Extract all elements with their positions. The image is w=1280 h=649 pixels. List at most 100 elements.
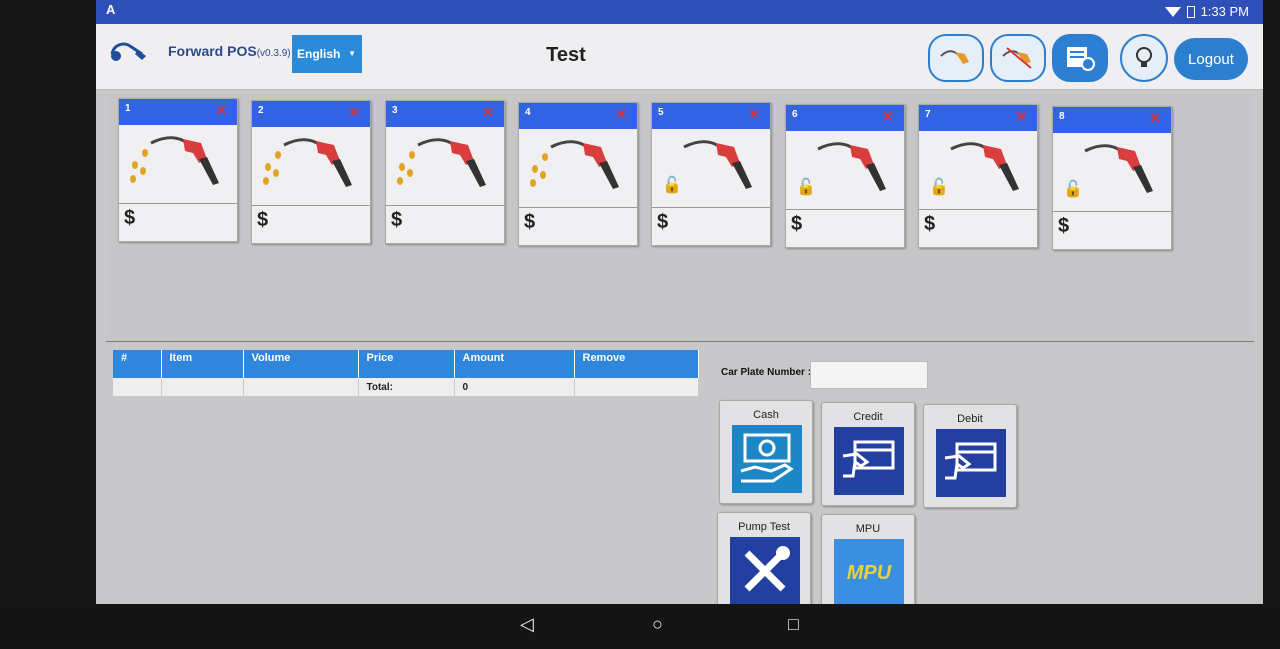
pump-card[interactable]: 7 ✕ 🔓 $ bbox=[918, 104, 1038, 248]
caret-down-icon: ▼ bbox=[348, 49, 356, 58]
table-header-row: # Item Volume Price Amount Remove bbox=[113, 350, 699, 378]
cell-empty bbox=[161, 378, 244, 396]
pump-card[interactable]: 3 ✕ $ bbox=[385, 100, 505, 244]
car-plate-label: Car Plate Number : bbox=[721, 367, 812, 378]
wifi-icon bbox=[1164, 6, 1181, 17]
car-plate-input[interactable] bbox=[810, 361, 928, 389]
logout-button[interactable]: Logout bbox=[1174, 38, 1248, 80]
device-frame: A 1:33 PM Forward POS(v0.3.9) English ▼ … bbox=[0, 0, 1280, 649]
pump-test-tile bbox=[730, 537, 800, 604]
pump-card[interactable]: 5 ✕ 🔓 $ bbox=[651, 102, 771, 246]
fuel-drops-icon bbox=[130, 149, 148, 183]
pump-card[interactable]: 4 ✕ $ bbox=[518, 102, 638, 246]
mpu-logo: MPU bbox=[846, 561, 892, 584]
pump-divider bbox=[919, 209, 1037, 210]
receipt-button[interactable] bbox=[1052, 34, 1108, 82]
mpu-button[interactable]: MPU MPU bbox=[821, 514, 915, 604]
pump-card[interactable]: 2 ✕ $ bbox=[251, 100, 371, 244]
fuel-nozzle-icon bbox=[417, 138, 486, 187]
cash-label: Cash bbox=[753, 409, 779, 421]
back-icon[interactable]: ◁ bbox=[520, 614, 534, 635]
nozzle-button[interactable] bbox=[928, 34, 984, 82]
pump-divider bbox=[519, 207, 637, 208]
notification-icon: A bbox=[106, 2, 116, 17]
fuel-drops-icon bbox=[263, 151, 281, 185]
card-hand-icon bbox=[944, 442, 997, 480]
language-select[interactable]: English ▼ bbox=[292, 35, 362, 73]
pump-divider bbox=[652, 207, 770, 208]
language-value: English bbox=[297, 47, 341, 61]
pump-offline-icon: ✕ bbox=[348, 104, 360, 120]
fuel-drops-icon bbox=[397, 151, 415, 185]
pump-amount: $ bbox=[524, 211, 536, 233]
pump-header: 3 ✕ bbox=[386, 101, 504, 127]
mpu-tile: MPU bbox=[834, 539, 904, 604]
total-row: Total: 0 bbox=[113, 378, 699, 396]
pump-test-label: Pump Test bbox=[738, 521, 790, 533]
unlock-icon: 🔓 bbox=[662, 177, 682, 194]
cash-button[interactable]: Cash bbox=[719, 400, 813, 504]
fuel-drops-icon bbox=[530, 153, 548, 187]
brand-name: Forward POS(v0.3.9) bbox=[168, 43, 291, 59]
credit-button[interactable]: Credit bbox=[821, 402, 915, 506]
fuel-nozzle-icon bbox=[1084, 144, 1153, 193]
battery-icon bbox=[1186, 5, 1195, 18]
status-bar: A 1:33 PM bbox=[96, 0, 1263, 24]
recents-icon[interactable]: □ bbox=[788, 614, 799, 635]
pump-number: 6 bbox=[792, 109, 798, 120]
nozzle-off-button[interactable] bbox=[990, 34, 1046, 82]
unlock-icon: 🔓 bbox=[929, 179, 949, 196]
home-icon[interactable]: ○ bbox=[652, 614, 663, 635]
pump-card[interactable]: 6 ✕ 🔓 $ bbox=[785, 104, 905, 248]
pump-amount: $ bbox=[924, 213, 936, 235]
pump-grid: 1 ✕ $2 ✕ $3 ✕ $4 ✕ $5 ✕ 🔓 $6 ✕ 🔓 $7 ✕ 🔓 $8 ✕ 🔓 $ bbox=[106, 92, 1254, 342]
col-number: # bbox=[113, 350, 162, 378]
tools-icon bbox=[744, 546, 790, 592]
pump-offline-icon: ✕ bbox=[1149, 110, 1161, 126]
nozzle-off-icon bbox=[1002, 47, 1032, 69]
android-nav-bar: ◁ ○ □ bbox=[0, 604, 1280, 649]
cell-empty bbox=[574, 378, 699, 396]
fuel-nozzle-icon bbox=[550, 140, 619, 189]
tablet-screen: A 1:33 PM Forward POS(v0.3.9) English ▼ … bbox=[96, 0, 1263, 604]
pump-divider bbox=[119, 203, 237, 204]
pump-header: 2 ✕ bbox=[252, 101, 370, 127]
pump-offline-icon: ✕ bbox=[748, 106, 760, 122]
app-header: Forward POS(v0.3.9) English ▼ Test Logou… bbox=[96, 24, 1263, 90]
lightbulb-button[interactable] bbox=[1120, 34, 1168, 82]
pump-card[interactable]: 8 ✕ 🔓 $ bbox=[1052, 106, 1172, 250]
lightbulb-icon bbox=[1136, 47, 1152, 67]
col-volume: Volume bbox=[243, 350, 359, 378]
mpu-label: MPU bbox=[855, 523, 881, 535]
brand-label: Forward POS bbox=[168, 43, 257, 59]
nozzle-icon bbox=[940, 50, 969, 64]
pump-amount: $ bbox=[257, 209, 269, 231]
pump-test-button[interactable]: Pump Test bbox=[717, 512, 811, 604]
total-label: Total: bbox=[358, 378, 455, 396]
cell-empty bbox=[113, 378, 162, 396]
fuel-nozzle-icon bbox=[683, 140, 752, 189]
col-amount: Amount bbox=[454, 350, 575, 378]
cell-empty bbox=[243, 378, 359, 396]
pump-card[interactable]: 1 ✕ $ bbox=[118, 98, 238, 242]
version-label: (v0.3.9) bbox=[256, 48, 291, 59]
debit-label: Debit bbox=[957, 413, 983, 425]
pump-number: 1 bbox=[125, 103, 131, 114]
unlock-icon: 🔓 bbox=[796, 179, 816, 196]
unlock-icon: 🔓 bbox=[1063, 181, 1083, 198]
pump-amount: $ bbox=[124, 207, 136, 229]
pump-divider bbox=[786, 209, 904, 210]
pump-amount: $ bbox=[657, 211, 669, 233]
pump-divider bbox=[386, 205, 504, 206]
fuel-nozzle-icon bbox=[283, 138, 352, 187]
status-time: 1:33 PM bbox=[1200, 4, 1249, 19]
pump-number: 7 bbox=[925, 109, 931, 120]
receipt-cash-icon bbox=[1067, 47, 1095, 71]
col-remove: Remove bbox=[574, 350, 699, 378]
pump-divider bbox=[1053, 211, 1171, 212]
pump-amount: $ bbox=[391, 209, 403, 231]
pump-offline-icon: ✕ bbox=[882, 108, 894, 124]
cash-hand-icon bbox=[740, 433, 794, 483]
pump-header: 4 ✕ bbox=[519, 103, 637, 129]
debit-button[interactable]: Debit bbox=[923, 404, 1017, 508]
